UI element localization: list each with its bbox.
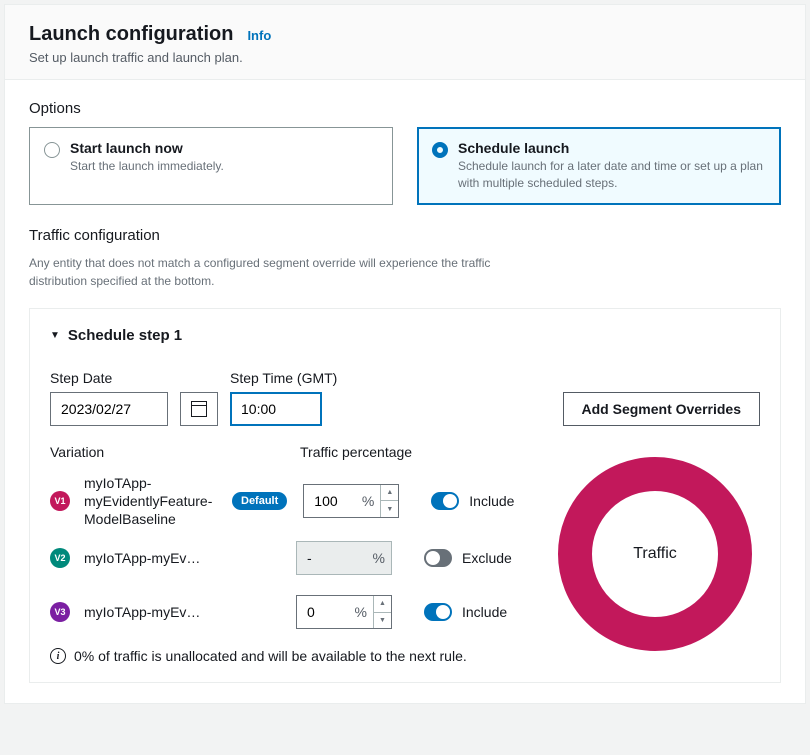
variation-name: myIoTApp-myEv… xyxy=(84,603,224,621)
variation-badge-v2: V2 xyxy=(50,548,70,568)
traffic-pct-input-v2: - % xyxy=(296,541,392,575)
variation-row: V1 myIoTApp-myEvidentlyFeature-ModelBase… xyxy=(50,474,520,529)
option-schedule[interactable]: Schedule launch Schedule launch for a la… xyxy=(417,127,781,205)
toggle-label: Include xyxy=(462,604,507,620)
traffic-pct-input-v1[interactable]: % ▲▼ xyxy=(303,484,399,518)
include-toggle-v3[interactable] xyxy=(424,603,452,621)
include-toggle-v1[interactable] xyxy=(431,492,459,510)
schedule-step-header[interactable]: ▼ Schedule step 1 xyxy=(50,327,760,344)
traffic-label: Traffic configuration xyxy=(29,227,781,244)
variation-row: V3 myIoTApp-myEv… % ▲▼ Include xyxy=(50,588,520,636)
toggle-label: Include xyxy=(469,493,514,509)
panel-header: Launch configuration Info Set up launch … xyxy=(5,5,805,80)
pct-unit-label: % xyxy=(355,604,373,620)
calendar-icon xyxy=(191,401,207,417)
donut-label: Traffic xyxy=(633,545,677,563)
info-icon: i xyxy=(50,648,66,664)
pct-value[interactable] xyxy=(297,604,355,620)
option-start-now[interactable]: Start launch now Start the launch immedi… xyxy=(29,127,393,205)
variation-row: V2 myIoTApp-myEv… - % Exclude xyxy=(50,534,520,582)
variation-column-header: Variation xyxy=(50,444,300,460)
variation-name: myIoTApp-myEv… xyxy=(84,549,224,567)
schedule-step-title: Schedule step 1 xyxy=(68,327,182,344)
include-toggle-v2[interactable] xyxy=(424,549,452,567)
radio-start-now[interactable] xyxy=(44,142,60,158)
page-title: Launch configuration xyxy=(29,23,233,46)
page-subtitle: Set up launch traffic and launch plan. xyxy=(29,50,781,65)
pct-value: - xyxy=(297,550,373,566)
step-time-input[interactable] xyxy=(230,392,322,426)
unallocated-note: 0% of traffic is unallocated and will be… xyxy=(74,648,467,664)
variation-badge-v1: V1 xyxy=(50,491,70,511)
info-link[interactable]: Info xyxy=(247,28,271,43)
stepper-icon[interactable]: ▲▼ xyxy=(373,596,391,628)
variation-badge-v3: V3 xyxy=(50,602,70,622)
stepper-icon[interactable]: ▲▼ xyxy=(380,485,398,517)
schedule-step-panel: ▼ Schedule step 1 Step Date Step Time (G… xyxy=(29,308,781,684)
radio-schedule[interactable] xyxy=(432,142,448,158)
pct-value[interactable] xyxy=(304,493,362,509)
option-start-now-title: Start launch now xyxy=(70,140,224,156)
step-time-label: Step Time (GMT) xyxy=(230,370,337,386)
pct-unit-label: % xyxy=(362,493,380,509)
options-label: Options xyxy=(29,100,781,117)
add-segment-overrides-button[interactable]: Add Segment Overrides xyxy=(563,392,761,426)
step-date-label: Step Date xyxy=(50,370,168,386)
traffic-pct-column-header: Traffic percentage xyxy=(300,444,412,460)
toggle-label: Exclude xyxy=(462,550,512,566)
option-start-now-desc: Start the launch immediately. xyxy=(70,158,224,175)
caret-down-icon: ▼ xyxy=(50,330,60,341)
traffic-pct-input-v3[interactable]: % ▲▼ xyxy=(296,595,392,629)
traffic-help: Any entity that does not match a configu… xyxy=(29,254,509,290)
step-date-input[interactable] xyxy=(50,392,168,426)
option-schedule-desc: Schedule launch for a later date and tim… xyxy=(458,158,766,192)
traffic-donut-chart: Traffic xyxy=(555,454,755,654)
pct-unit-label: % xyxy=(373,550,391,566)
calendar-button[interactable] xyxy=(180,392,218,426)
option-schedule-title: Schedule launch xyxy=(458,140,766,156)
default-badge: Default xyxy=(232,492,287,510)
variation-name: myIoTApp-myEvidentlyFeature-ModelBaselin… xyxy=(84,474,224,529)
